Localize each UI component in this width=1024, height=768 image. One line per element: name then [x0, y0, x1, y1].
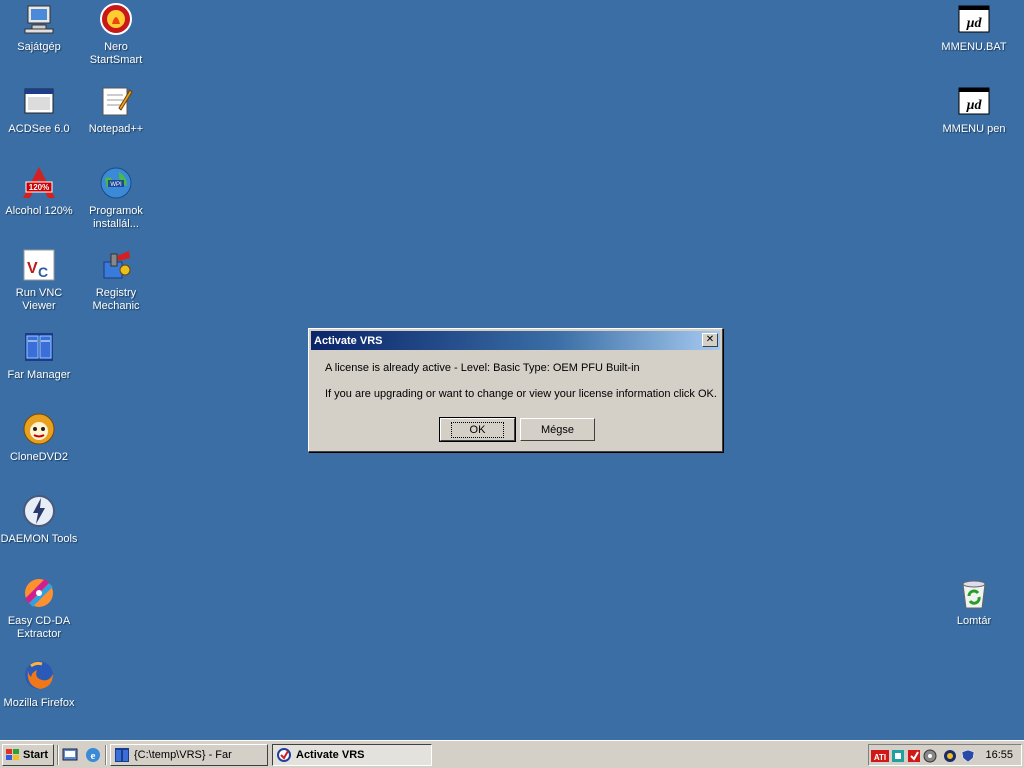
recycle-bin-icon [957, 576, 991, 610]
globe-icon: WPI [99, 166, 133, 200]
daemon-tools-icon [22, 494, 56, 528]
desktop-icon-clonedvd[interactable]: CloneDVD2 [0, 412, 78, 464]
far-manager-icon [22, 330, 56, 364]
antivirus-icon[interactable] [907, 748, 921, 762]
daemon-tray-icon[interactable] [943, 748, 957, 762]
nero-icon [99, 2, 133, 36]
desktop-icon-alcohol[interactable]: 120% Alcohol 120% [0, 166, 78, 218]
task-far-manager[interactable]: {C:\temp\VRS} - Far [110, 744, 268, 766]
system-tray: ATI 16:55 [868, 744, 1022, 766]
ok-button[interactable]: OK [439, 417, 516, 442]
desktop-icon-vnc[interactable]: VC Run VNC Viewer [0, 248, 78, 313]
svg-text:V: V [27, 260, 38, 277]
dialog-close-button[interactable]: ✕ [702, 333, 718, 347]
desktop-icon-easy-cd-da[interactable]: Easy CD-DA Extractor [0, 576, 78, 641]
show-desktop-icon[interactable] [61, 746, 79, 764]
taskbar-separator [105, 745, 107, 765]
svg-text:120%: 120% [29, 183, 49, 192]
desktop-icon-mmenu-bat[interactable]: µd MMENU.BAT [935, 2, 1013, 54]
start-button[interactable]: Start [2, 744, 54, 766]
shield-icon[interactable] [961, 748, 975, 763]
cancel-button[interactable]: Mégse [520, 418, 595, 441]
dialog-title: Activate VRS [314, 334, 383, 347]
dialog-message-line-1: A license is already active - Level: Bas… [325, 362, 640, 374]
alcohol-icon: 120% [22, 166, 56, 200]
svg-text:µd: µd [965, 98, 982, 113]
clonedvd-icon [22, 412, 56, 446]
defrag-icon[interactable] [923, 748, 937, 763]
network-icon[interactable] [891, 748, 905, 762]
acdsee-icon [22, 84, 56, 118]
far-manager-icon [114, 747, 130, 763]
svg-text:WPI: WPI [110, 182, 122, 188]
notepad-icon [99, 84, 133, 118]
svg-text:C: C [38, 264, 48, 280]
internet-explorer-icon[interactable]: e [84, 746, 102, 764]
desktop-icon-notepad-plus-plus[interactable]: Notepad++ [77, 84, 155, 136]
windows-logo-icon [5, 748, 21, 762]
desktop-icon-registry-mechanic[interactable]: Registry Mechanic [77, 248, 155, 313]
registry-mechanic-icon [99, 248, 133, 282]
firefox-icon [22, 658, 56, 692]
desktop-icon-my-computer[interactable]: Sajátgép [0, 2, 78, 54]
desktop-icon-recycle-bin[interactable]: Lomtár [935, 576, 1013, 628]
desktop-icon-nero[interactable]: Nero StartSmart [77, 2, 155, 67]
vrs-app-icon [276, 747, 292, 763]
activate-vrs-dialog: Activate VRS ✕ A license is already acti… [308, 328, 723, 452]
ati-icon[interactable]: ATI [871, 748, 889, 762]
svg-text:e: e [91, 750, 96, 762]
taskbar: Start e {C:\temp\VRS} - Far Activate VRS… [0, 740, 1024, 768]
clock: 16:55 [985, 749, 1013, 761]
batch-file-icon: µd [957, 84, 991, 118]
desktop-icon-daemon-tools[interactable]: DAEMON Tools [0, 494, 78, 546]
desktop-icon-acdsee[interactable]: ACDSee 6.0 [0, 84, 78, 136]
cd-extractor-icon [22, 576, 56, 610]
close-icon: ✕ [705, 334, 715, 345]
desktop-icon-programok[interactable]: WPI Programok installál... [77, 166, 155, 231]
desktop-icon-far-manager[interactable]: Far Manager [0, 330, 78, 382]
desktop-icon-mmenu-pen[interactable]: µd MMENU pen [935, 84, 1013, 136]
svg-text:µd: µd [965, 16, 982, 31]
batch-file-icon: µd [957, 2, 991, 36]
task-activate-vrs[interactable]: Activate VRS [272, 744, 432, 766]
my-computer-icon [22, 2, 56, 36]
dialog-message-line-2: If you are upgrading or want to change o… [325, 388, 717, 400]
vnc-icon: VC [22, 248, 56, 282]
dialog-titlebar[interactable]: Activate VRS ✕ [311, 331, 720, 350]
taskbar-separator [57, 745, 59, 765]
svg-text:ATI: ATI [874, 753, 886, 762]
desktop-icon-firefox[interactable]: Mozilla Firefox [0, 658, 78, 710]
